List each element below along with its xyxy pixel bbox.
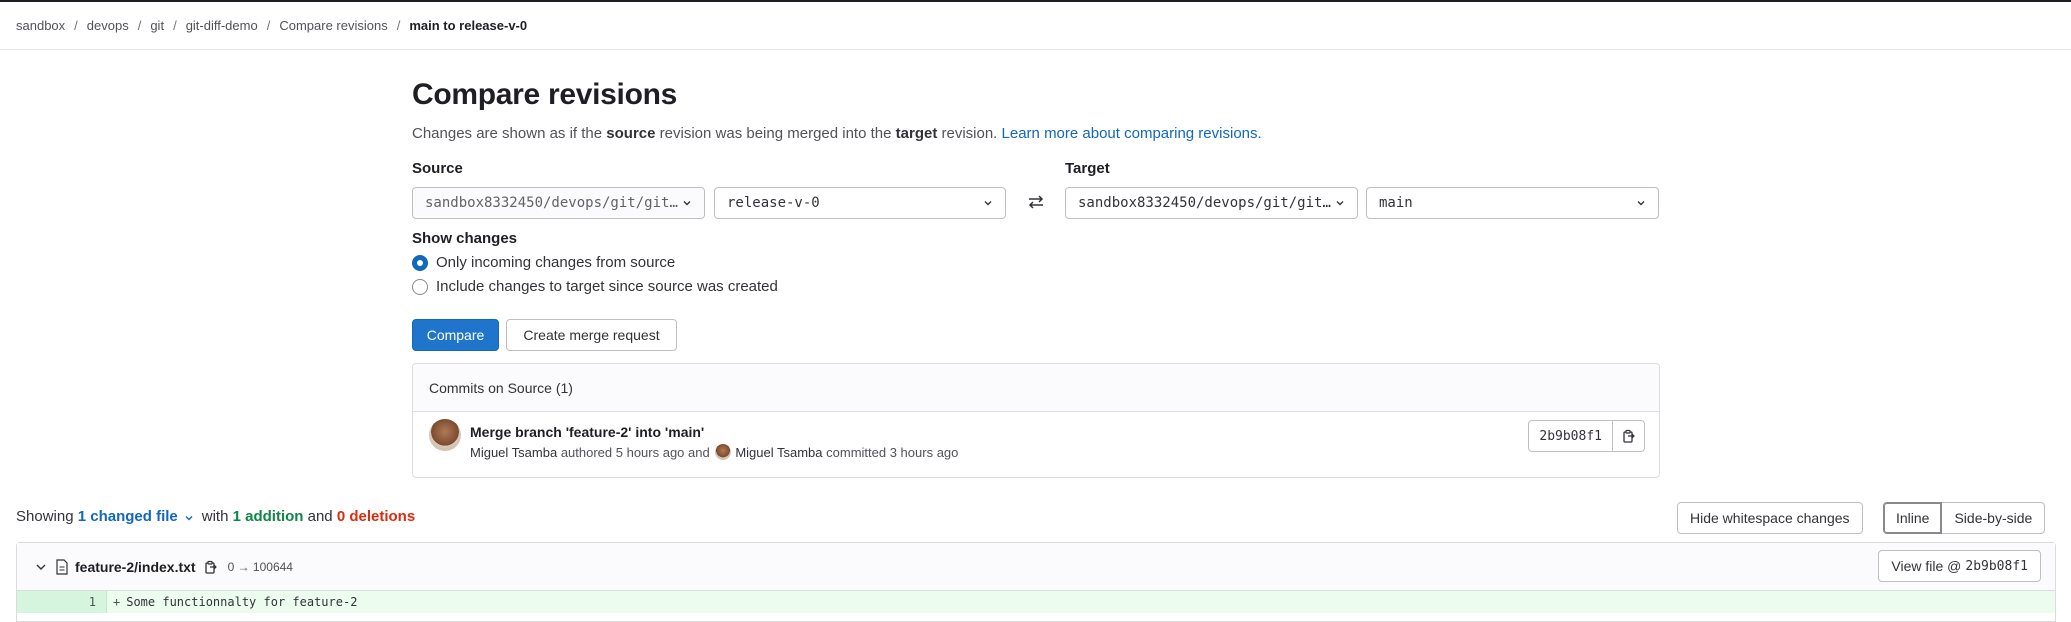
line-code: + Some functionnalty for feature-2 xyxy=(113,595,358,609)
copy-sha-button[interactable] xyxy=(1613,420,1645,452)
copy-icon[interactable] xyxy=(204,560,218,574)
diff-summary: Showing 1 changed file with 1 addition a… xyxy=(16,508,416,525)
file-icon xyxy=(56,558,68,575)
avatar[interactable] xyxy=(715,444,732,460)
breadcrumb: sandbox / devops / git / git-diff-demo /… xyxy=(0,2,2071,50)
commits-card: Commits on Source (1) Merge branch 'feat… xyxy=(412,363,1660,478)
create-merge-request-button[interactable]: Create merge request xyxy=(506,319,677,351)
target-label: Target xyxy=(1065,160,1110,177)
line-number[interactable]: 1 xyxy=(17,591,107,613)
target-branch-dropdown[interactable]: main xyxy=(1366,187,1659,219)
page-description: Changes are shown as if the source revis… xyxy=(412,125,1262,142)
diff-line-added: 1 + Some functionnalty for feature-2 xyxy=(17,591,2055,613)
chevron-down-icon[interactable] xyxy=(35,561,47,573)
learn-more-link[interactable]: Learn more about comparing revisions. xyxy=(1002,125,1262,142)
breadcrumb-current[interactable]: main to release-v-0 xyxy=(409,18,527,33)
inline-view-button[interactable]: Inline xyxy=(1883,502,1943,534)
breadcrumb-devops[interactable]: devops xyxy=(87,18,129,33)
file-header: feature-2/index.txt 0 → 100644 View file… xyxy=(17,543,2055,591)
target-project-dropdown[interactable]: sandbox8332450/devops/git/git-diff-demo xyxy=(1065,187,1358,219)
source-branch-dropdown[interactable]: release-v-0 xyxy=(714,187,1006,219)
commit-meta: Miguel Tsamba authored 5 hours ago and M… xyxy=(470,444,959,460)
source-label: Source xyxy=(412,160,463,177)
radio-include-target-changes[interactable]: Include changes to target since source w… xyxy=(412,278,778,295)
breadcrumb-project[interactable]: git-diff-demo xyxy=(186,18,258,33)
chevron-down-icon[interactable] xyxy=(184,513,194,523)
whitespace-toggle-group: Hide whitespace changes xyxy=(1677,502,1863,534)
breadcrumb-git[interactable]: git xyxy=(150,18,164,33)
copy-icon xyxy=(1622,429,1635,443)
commit-author[interactable]: Miguel Tsamba xyxy=(470,445,557,460)
compare-button[interactable]: Compare xyxy=(412,319,499,351)
swap-revisions-icon[interactable] xyxy=(1027,193,1045,211)
file-path[interactable]: feature-2/index.txt xyxy=(75,559,196,575)
chevron-down-icon xyxy=(1637,201,1645,206)
file-diff: feature-2/index.txt 0 → 100644 View file… xyxy=(16,542,2056,622)
show-changes-label: Show changes xyxy=(412,230,518,247)
hide-whitespace-button[interactable]: Hide whitespace changes xyxy=(1677,502,1863,534)
file-mode-change: 0 → 100644 xyxy=(227,559,293,574)
chevron-down-icon xyxy=(984,201,992,206)
commit-sha[interactable]: 2b9b08f1 xyxy=(1528,420,1613,452)
chevron-down-icon xyxy=(683,201,691,206)
breadcrumb-compare[interactable]: Compare revisions xyxy=(279,18,387,33)
breadcrumb-sandbox[interactable]: sandbox xyxy=(16,18,65,33)
deletions-count: 0 deletions xyxy=(336,508,416,525)
view-mode-group: Inline Side-by-side xyxy=(1883,502,2046,534)
additions-count: 1 addition xyxy=(232,508,304,525)
commits-header: Commits on Source (1) xyxy=(413,364,1659,412)
commit-committer[interactable]: Miguel Tsamba xyxy=(735,445,822,460)
commit-sha-group: 2b9b08f1 xyxy=(1528,420,1645,452)
view-file-button[interactable]: View file @ 2b9b08f1 xyxy=(1878,550,2041,582)
changed-files-dropdown[interactable]: 1 changed file xyxy=(78,508,178,525)
radio-only-incoming[interactable]: Only incoming changes from source xyxy=(412,254,675,271)
commit-title[interactable]: Merge branch 'feature-2' into 'main' xyxy=(470,424,704,440)
avatar[interactable] xyxy=(429,419,461,451)
side-by-side-view-button[interactable]: Side-by-side xyxy=(1942,502,2046,534)
radio-button[interactable] xyxy=(412,278,428,295)
radio-button-checked[interactable] xyxy=(412,254,428,271)
chevron-down-icon xyxy=(1336,201,1344,206)
page-title: Compare revisions xyxy=(412,78,678,111)
source-project-dropdown[interactable]: sandbox8332450/devops/git/git-diff-demo xyxy=(412,187,705,219)
